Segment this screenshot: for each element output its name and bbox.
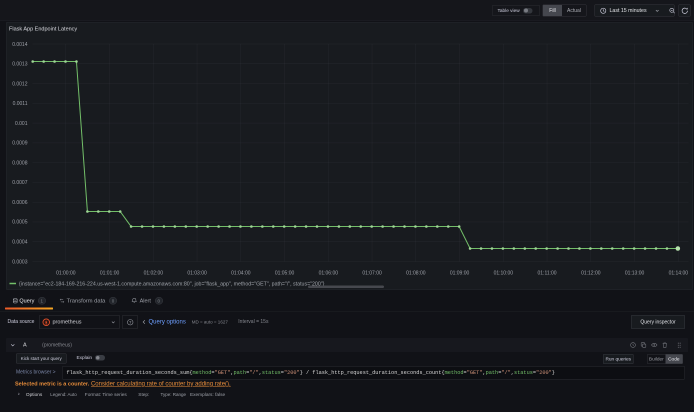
svg-text:?: ?: [129, 320, 132, 324]
svg-text:0.0011: 0.0011: [13, 101, 28, 107]
svg-text:01:04:00: 01:04:00: [231, 271, 251, 277]
svg-text:0.001: 0.001: [15, 121, 28, 127]
svg-text:0.0007: 0.0007: [12, 180, 28, 186]
svg-text:01:09:00: 01:09:00: [450, 271, 470, 277]
svg-text:0.0014: 0.0014: [12, 42, 28, 48]
svg-text:{instance="ec2-184-169-216-224: {instance="ec2-184-169-216-224.us-west-1…: [19, 281, 325, 287]
svg-text:0.0009: 0.0009: [12, 141, 28, 147]
svg-text:01:00:00: 01:00:00: [56, 271, 76, 277]
svg-text:01:13:00: 01:13:00: [625, 271, 645, 277]
svg-text:0.0004: 0.0004: [12, 240, 28, 246]
svg-text:01:10:00: 01:10:00: [494, 271, 514, 277]
svg-text:01:03:00: 01:03:00: [187, 271, 207, 277]
svg-text:01:11:00: 01:11:00: [538, 271, 557, 277]
svg-text:0.0003: 0.0003: [12, 259, 28, 265]
svg-text:01:01:00: 01:01:00: [100, 271, 120, 277]
svg-text:01:08:00: 01:08:00: [406, 271, 426, 277]
svg-text:0.0008: 0.0008: [12, 160, 28, 166]
svg-text:0.0005: 0.0005: [12, 220, 28, 226]
svg-text:01:02:00: 01:02:00: [144, 271, 164, 277]
svg-text:01:14:00: 01:14:00: [669, 271, 689, 277]
svg-text:0.0013: 0.0013: [12, 62, 28, 68]
svg-text:01:06:00: 01:06:00: [319, 271, 339, 277]
svg-text:01:07:00: 01:07:00: [362, 271, 382, 277]
svg-text:0.0006: 0.0006: [12, 200, 28, 206]
svg-text:01:05:00: 01:05:00: [275, 271, 295, 277]
svg-text:0.0012: 0.0012: [12, 81, 28, 87]
svg-text:01:12:00: 01:12:00: [581, 271, 601, 277]
